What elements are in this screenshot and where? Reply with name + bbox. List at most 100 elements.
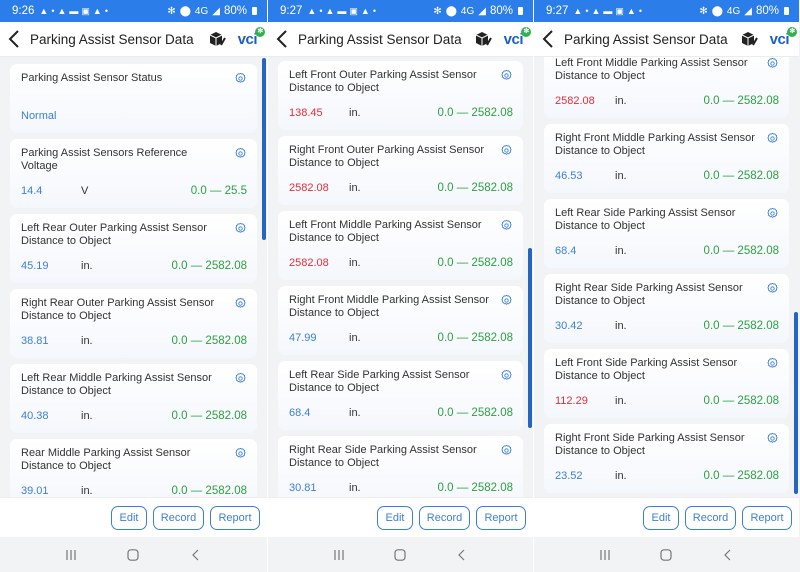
vci-connection-button[interactable]: vci ✻	[238, 26, 265, 48]
status-time: 9:27	[280, 5, 303, 17]
edit-button[interactable]: Edit	[643, 505, 679, 530]
gear-icon[interactable]	[766, 57, 779, 70]
sensor-card[interactable]: Left Front Side Parking Assist Sensor Di…	[544, 349, 789, 418]
home-button[interactable]	[390, 547, 410, 563]
sensor-value-row: 14.4 V 0.0 — 25.5	[21, 185, 247, 197]
sensor-card[interactable]: Left Rear Side Parking Assist Sensor Dis…	[278, 361, 523, 430]
sensor-name: Left Rear Side Parking Assist Sensor Dis…	[555, 207, 736, 232]
nav-back-button[interactable]	[718, 547, 738, 563]
sensor-card[interactable]: Left Front Outer Parking Assist Sensor D…	[278, 61, 523, 130]
vci-connection-button[interactable]: vci ✻	[770, 26, 797, 48]
gear-icon[interactable]	[766, 282, 779, 295]
scrollbar[interactable]	[794, 312, 798, 494]
sensor-name: Left Rear Middle Parking Assist Sensor D…	[21, 372, 212, 397]
gear-icon[interactable]	[766, 132, 779, 145]
gear-icon[interactable]	[234, 372, 247, 385]
scrollbar[interactable]	[262, 58, 266, 240]
gear-icon[interactable]	[500, 219, 513, 232]
vci-connection-button[interactable]: vci ✻	[504, 26, 531, 48]
action-bar: Edit Record Report	[534, 497, 799, 537]
gear-icon[interactable]	[500, 444, 513, 457]
bluetooth-icon: ✻	[167, 5, 176, 17]
sensor-card[interactable]: Left Front Middle Parking Assist Sensor …	[544, 57, 789, 118]
sensor-card[interactable]: Left Front Middle Parking Assist Sensor …	[278, 211, 523, 280]
sensor-card[interactable]: Left Rear Outer Parking Assist Sensor Di…	[10, 214, 257, 283]
gear-icon[interactable]	[234, 222, 247, 235]
back-button[interactable]	[8, 29, 22, 49]
back-button[interactable]	[276, 29, 290, 49]
location-icon: ⬤	[445, 5, 457, 17]
gear-icon[interactable]	[500, 144, 513, 157]
gear-icon[interactable]	[234, 72, 247, 85]
notification-icons: ▲ • ▲ ▬ ▣ ▲ •	[39, 6, 108, 17]
record-button[interactable]: Record	[419, 505, 470, 530]
recent-apps-button[interactable]	[595, 547, 615, 563]
sensor-card[interactable]: Right Front Middle Parking Assist Sensor…	[278, 286, 523, 355]
report-button[interactable]: Report	[476, 505, 526, 530]
nav-back-button[interactable]	[452, 547, 472, 563]
navigation-icon: ▲	[307, 6, 317, 16]
sensor-card[interactable]: Right Rear Side Parking Assist Sensor Di…	[544, 274, 789, 343]
status-time: 9:27	[546, 5, 569, 17]
sensor-card[interactable]: Right Rear Outer Parking Assist Sensor D…	[10, 289, 257, 358]
sensor-name: Rear Middle Parking Assist Sensor Distan…	[21, 447, 191, 472]
scrollbar[interactable]	[528, 248, 532, 428]
sensor-value: 68.4	[555, 245, 577, 257]
sensor-card[interactable]: Left Rear Middle Parking Assist Sensor D…	[10, 364, 257, 433]
gear-icon[interactable]	[234, 297, 247, 310]
vci-status-badge: ✻	[787, 26, 797, 37]
sensor-unit: in.	[615, 245, 627, 257]
nav-back-icon	[724, 549, 731, 560]
sensor-value-row: 47.99 in. 0.0 — 2582.08	[289, 332, 513, 344]
home-button[interactable]	[123, 547, 143, 563]
sensor-card[interactable]: Right Rear Side Parking Assist Sensor Di…	[278, 436, 523, 497]
sensor-card[interactable]: Rear Middle Parking Assist Sensor Distan…	[10, 439, 257, 497]
sensor-list[interactable]: Parking Assist Sensor Status Normal Park…	[0, 57, 267, 497]
sensor-range: 0.0 — 2582.08	[171, 410, 247, 422]
sensor-card[interactable]: Parking Assist Sensors Reference Voltage…	[10, 139, 257, 208]
sensor-card[interactable]: Parking Assist Sensor Status Normal	[10, 64, 257, 133]
back-arrow-icon	[542, 30, 553, 48]
sensor-card[interactable]: Right Front Middle Parking Assist Sensor…	[544, 124, 789, 193]
gear-icon[interactable]	[500, 69, 513, 82]
app-icon: ▲	[57, 6, 67, 16]
record-button[interactable]: Record	[685, 505, 736, 530]
gear-icon[interactable]	[766, 357, 779, 370]
gear-icon[interactable]	[234, 447, 247, 460]
home-icon	[660, 548, 673, 561]
gear-icon[interactable]	[500, 294, 513, 307]
nav-back-button[interactable]	[186, 547, 206, 563]
sensor-list[interactable]: Left Front Outer Parking Assist Sensor D…	[268, 57, 533, 497]
record-button[interactable]: Record	[153, 505, 204, 530]
recent-apps-button[interactable]	[329, 547, 349, 563]
back-arrow-icon	[8, 30, 19, 48]
report-button[interactable]: Report	[742, 505, 792, 530]
gear-icon[interactable]	[766, 432, 779, 445]
cube-edit-icon[interactable]	[740, 30, 758, 48]
sensor-card[interactable]: Right Front Outer Parking Assist Sensor …	[278, 136, 523, 205]
edit-button[interactable]: Edit	[111, 505, 147, 530]
sensor-value: 46.53	[555, 170, 583, 182]
report-button[interactable]: Report	[210, 505, 260, 530]
recent-apps-icon	[334, 549, 344, 560]
sensor-card[interactable]: Left Rear Side Parking Assist Sensor Dis…	[544, 199, 789, 268]
edit-button[interactable]: Edit	[377, 505, 413, 530]
sensor-value: 112.29	[555, 395, 588, 407]
home-button[interactable]	[656, 547, 676, 563]
navigation-icon: ▲	[573, 6, 583, 16]
warning-icon: ▲	[92, 6, 102, 16]
sensor-unit: in.	[615, 95, 627, 107]
sensor-value: 30.81	[289, 482, 317, 494]
recent-apps-button[interactable]	[61, 547, 81, 563]
sensor-unit: in.	[615, 470, 627, 482]
sensor-card[interactable]: Right Front Side Parking Assist Sensor D…	[544, 424, 789, 493]
gear-icon[interactable]	[234, 147, 247, 160]
gear-icon[interactable]	[766, 207, 779, 220]
cube-edit-icon[interactable]	[208, 30, 226, 48]
cube-edit-icon[interactable]	[474, 30, 492, 48]
back-button[interactable]	[542, 29, 556, 49]
gear-icon[interactable]	[500, 369, 513, 382]
sensor-range: 0.0 — 2582.08	[437, 407, 513, 419]
signal-icon: ◢	[744, 5, 752, 17]
sensor-list[interactable]: Left Front Middle Parking Assist Sensor …	[534, 57, 799, 497]
